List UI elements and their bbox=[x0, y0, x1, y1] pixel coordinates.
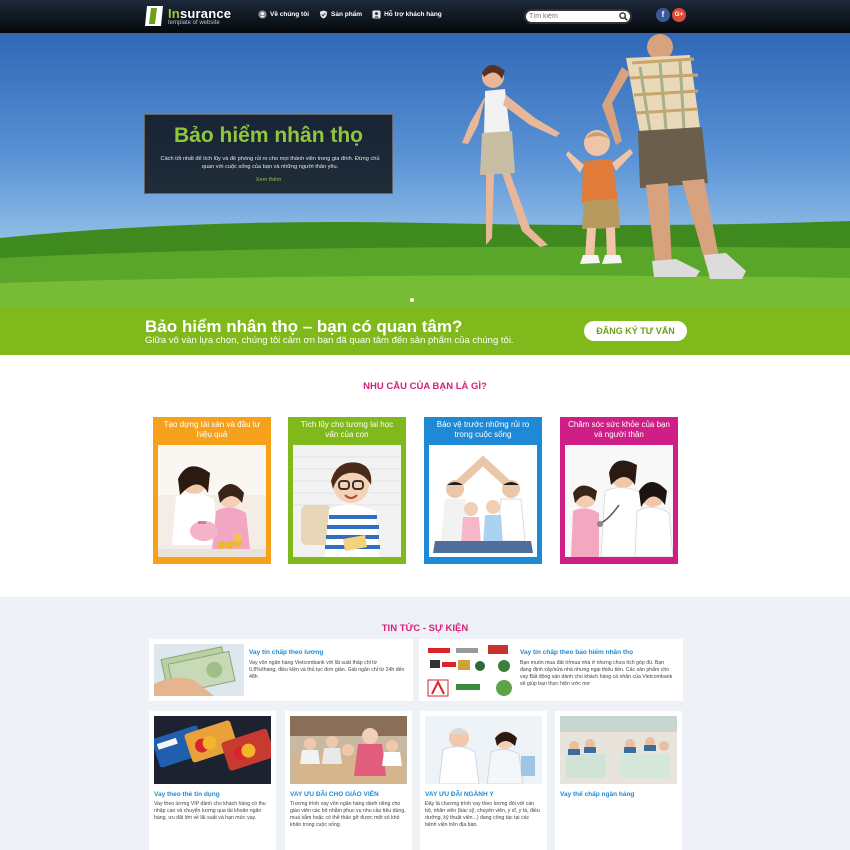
nav-label: Hỗ trợ khách hàng bbox=[384, 11, 442, 18]
news-thumbnail bbox=[154, 716, 271, 784]
news-section-title: TIN TỨC - SỰ KIỆN bbox=[381, 623, 469, 634]
cta-bar: Bảo hiểm nhân thọ – bạn có quan tâm? Giữ… bbox=[0, 307, 850, 355]
news-item[interactable]: Vay tín chấp theo lương Vay vốn ngân hàn… bbox=[149, 639, 413, 701]
search-box bbox=[524, 9, 632, 24]
logo-wordmark: Insurance bbox=[168, 6, 232, 21]
nav-item-products[interactable]: Sản phẩm bbox=[319, 10, 362, 19]
news-thumbnail bbox=[290, 716, 407, 784]
search-input[interactable] bbox=[529, 11, 617, 22]
news-title[interactable]: Vay thế chấp ngân hàng bbox=[560, 791, 634, 798]
nav-label: Về chúng tôi bbox=[270, 11, 309, 18]
need-card-label: Bảo vệ trước những rủi ro trong cuộc sốn… bbox=[436, 420, 530, 439]
news-excerpt: Bạn muốn mua đất ở/mua nhà ở nhưng chưa … bbox=[520, 660, 673, 687]
hero-description: Cách tốt nhất để tích lũy và đề phòng rủ… bbox=[160, 156, 380, 170]
nav-label: Sản phẩm bbox=[331, 11, 363, 18]
main-nav: Về chúng tôi Sản phẩm Hỗ trợ khách hàng bbox=[258, 10, 452, 19]
need-card-protection[interactable]: Bảo vệ trước những rủi ro trong cuộc sốn… bbox=[424, 417, 542, 564]
cta-subtitle: Giữa vô vàn lựa chọn, chúng tôi cảm ơn b… bbox=[145, 335, 514, 346]
woman-figure bbox=[462, 64, 560, 247]
news-title[interactable]: VAY ƯU ĐÃI CHO GIÁO VIÊN bbox=[290, 791, 379, 798]
hero-caption-box: Bảo hiểm nhân thọ Cách tốt nhất để tích … bbox=[144, 114, 393, 194]
google-plus-icon[interactable]: G+ bbox=[672, 8, 686, 22]
news-thumbnail bbox=[424, 642, 516, 698]
news-excerpt: Trương trình vay vốn ngân hàng dành riên… bbox=[290, 801, 406, 828]
news-title[interactable]: Vay theo thẻ tín dụng bbox=[154, 791, 220, 798]
facebook-icon[interactable]: f bbox=[656, 8, 670, 22]
need-card-label: Tạo dựng tài sản và đầu tư hiệu quả bbox=[163, 420, 261, 439]
needs-section-title: NHU CẦU CỦA BẠN LÀ GÌ? bbox=[363, 381, 487, 392]
hero-title: Bảo hiểm nhân thọ bbox=[174, 124, 363, 147]
hero-read-more-link[interactable]: Xem thêm bbox=[145, 177, 392, 183]
news-card[interactable]: Vay thế chấp ngân hàng bbox=[555, 711, 682, 850]
support-icon bbox=[372, 10, 381, 19]
need-card-health[interactable]: Chăm sóc sức khỏe của bạn và người thân bbox=[560, 417, 678, 564]
news-excerpt: Đây là chương trình vay theo lương đối v… bbox=[425, 801, 540, 828]
top-navbar: Insurance template of website Về chúng t… bbox=[0, 0, 850, 33]
news-thumbnail bbox=[560, 716, 677, 784]
logo-mark-icon bbox=[145, 6, 163, 26]
cta-title: Bảo hiểm nhân thọ – bạn có quan tâm? bbox=[145, 317, 463, 336]
need-card-image bbox=[429, 445, 537, 557]
news-title[interactable]: Vay tín chấp theo lương bbox=[249, 649, 323, 656]
hero-banner: Bảo hiểm nhân thọ Cách tốt nhất để tích … bbox=[0, 33, 850, 307]
need-card-image bbox=[158, 445, 266, 557]
news-title[interactable]: Vay tín chấp theo bảo hiểm nhân thọ bbox=[520, 649, 633, 656]
news-thumbnail bbox=[154, 644, 244, 696]
users-icon bbox=[258, 10, 267, 19]
news-card[interactable]: VAY ƯU ĐÃI NGÀNH Y Đây là chương trình v… bbox=[420, 711, 547, 850]
search-icon[interactable] bbox=[619, 12, 628, 21]
register-consultation-button[interactable]: ĐĂNG KÝ TƯ VẤN bbox=[584, 321, 687, 341]
logo-tagline: template of website bbox=[168, 20, 220, 26]
news-title[interactable]: VAY ƯU ĐÃI NGÀNH Y bbox=[425, 791, 494, 798]
need-card-image bbox=[293, 445, 401, 557]
news-card[interactable]: Vay theo thẻ tín dụng Vay theo lương VIP… bbox=[149, 711, 276, 850]
hero-photo bbox=[0, 34, 850, 307]
need-card-image bbox=[565, 445, 673, 557]
need-card-education[interactable]: Tích lũy cho tương lai học vấn của con bbox=[288, 417, 406, 564]
need-card-investment[interactable]: Tạo dựng tài sản và đầu tư hiệu quả bbox=[153, 417, 271, 564]
nav-item-about[interactable]: Về chúng tôi bbox=[258, 10, 309, 19]
news-thumbnail bbox=[425, 716, 542, 784]
slider-dot[interactable] bbox=[410, 298, 414, 302]
news-card[interactable]: VAY ƯU ĐÃI CHO GIÁO VIÊN Trương trình va… bbox=[285, 711, 412, 850]
need-card-label: Tích lũy cho tương lai học vấn của con bbox=[300, 420, 394, 439]
site-logo[interactable]: Insurance template of website bbox=[145, 5, 235, 29]
shield-icon bbox=[319, 10, 328, 19]
nav-item-support[interactable]: Hỗ trợ khách hàng bbox=[372, 10, 442, 19]
news-excerpt: Vay vốn ngân hàng Vietcombank với lãi su… bbox=[249, 660, 405, 680]
news-item[interactable]: Vay tín chấp theo bảo hiểm nhân thọ Bạn … bbox=[419, 639, 683, 701]
need-card-label: Chăm sóc sức khỏe của bạn và người thân bbox=[568, 420, 670, 439]
news-excerpt: Vay theo lương VIP dành cho khách hàng c… bbox=[154, 801, 266, 821]
